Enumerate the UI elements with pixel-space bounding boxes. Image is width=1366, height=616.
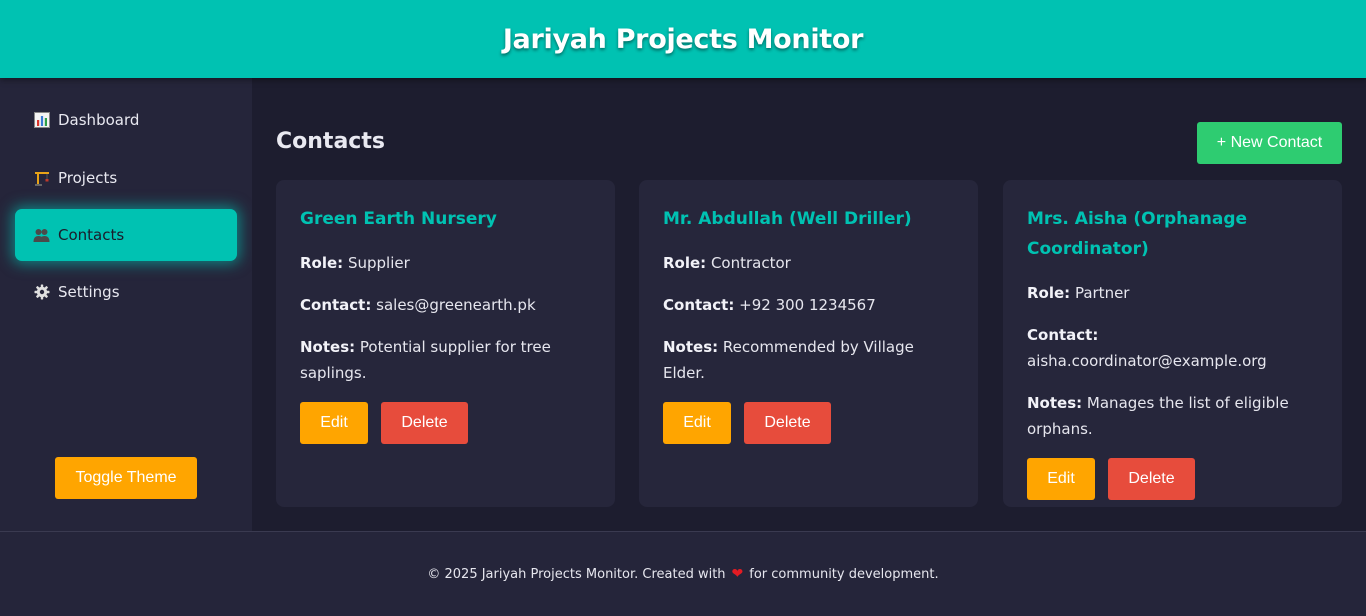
sidebar: Dashboard Projects Contacts Settings Tog… <box>0 78 252 531</box>
heart-icon: ❤ <box>731 566 744 582</box>
toggle-theme-button[interactable]: Toggle Theme <box>55 457 197 499</box>
sidebar-item-label: Settings <box>58 283 120 301</box>
contact-role: Role: Partner <box>1027 284 1130 302</box>
contact-info: Contact: +92 300 1234567 <box>663 296 876 314</box>
contact-card: Green Earth Nursery Role: Supplier Conta… <box>276 180 615 507</box>
contact-card: Mr. Abdullah (Well Driller) Role: Contra… <box>639 180 978 507</box>
edit-button[interactable]: Edit <box>300 402 368 444</box>
main-content: Contacts + New Contact Green Earth Nurse… <box>252 78 1366 531</box>
new-contact-button[interactable]: + New Contact <box>1197 122 1342 164</box>
contact-role: Role: Supplier <box>300 254 410 272</box>
footer: © 2025 Jariyah Projects Monitor. Created… <box>0 531 1366 616</box>
footer-text-before: © 2025 Jariyah Projects Monitor. Created… <box>427 566 726 582</box>
sidebar-item-label: Projects <box>58 169 118 187</box>
construction-crane-icon <box>33 170 50 187</box>
contact-name: Green Earth Nursery <box>300 209 497 229</box>
gear-icon <box>33 284 50 301</box>
sidebar-item-dashboard[interactable]: Dashboard <box>15 94 237 146</box>
delete-button[interactable]: Delete <box>381 402 468 444</box>
card-actions: Edit Delete <box>663 402 954 444</box>
contact-card: Mrs. Aisha (Orphanage Coordinator) Role:… <box>1003 180 1342 507</box>
bar-chart-icon <box>33 112 50 129</box>
page-title: Contacts <box>276 129 385 154</box>
sidebar-item-label: Dashboard <box>58 111 140 129</box>
delete-button[interactable]: Delete <box>744 402 831 444</box>
contact-notes: Notes: Recommended by Village Elder. <box>663 338 914 382</box>
edit-button[interactable]: Edit <box>1027 458 1095 500</box>
contact-name: Mr. Abdullah (Well Driller) <box>663 209 912 229</box>
people-icon <box>33 227 50 244</box>
delete-button[interactable]: Delete <box>1108 458 1195 500</box>
card-actions: Edit Delete <box>1027 458 1318 500</box>
contact-info: Contact: aisha.coordinator@example.org <box>1027 326 1267 370</box>
card-actions: Edit Delete <box>300 402 591 444</box>
sidebar-item-contacts[interactable]: Contacts <box>15 209 237 261</box>
contact-notes: Notes: Manages the list of eligible orph… <box>1027 394 1289 438</box>
contact-notes: Notes: Potential supplier for tree sapli… <box>300 338 551 382</box>
sidebar-item-settings[interactable]: Settings <box>15 266 237 318</box>
edit-button[interactable]: Edit <box>663 402 731 444</box>
app-title: Jariyah Projects Monitor <box>502 23 864 55</box>
contact-role: Role: Contractor <box>663 254 791 272</box>
contact-name: Mrs. Aisha (Orphanage Coordinator) <box>1027 209 1248 259</box>
app-header: Jariyah Projects Monitor <box>0 0 1366 78</box>
contact-info: Contact: sales@greenearth.pk <box>300 296 536 314</box>
footer-text-after: for community development. <box>749 566 939 582</box>
sidebar-item-projects[interactable]: Projects <box>15 152 237 204</box>
sidebar-item-label: Contacts <box>58 226 125 244</box>
